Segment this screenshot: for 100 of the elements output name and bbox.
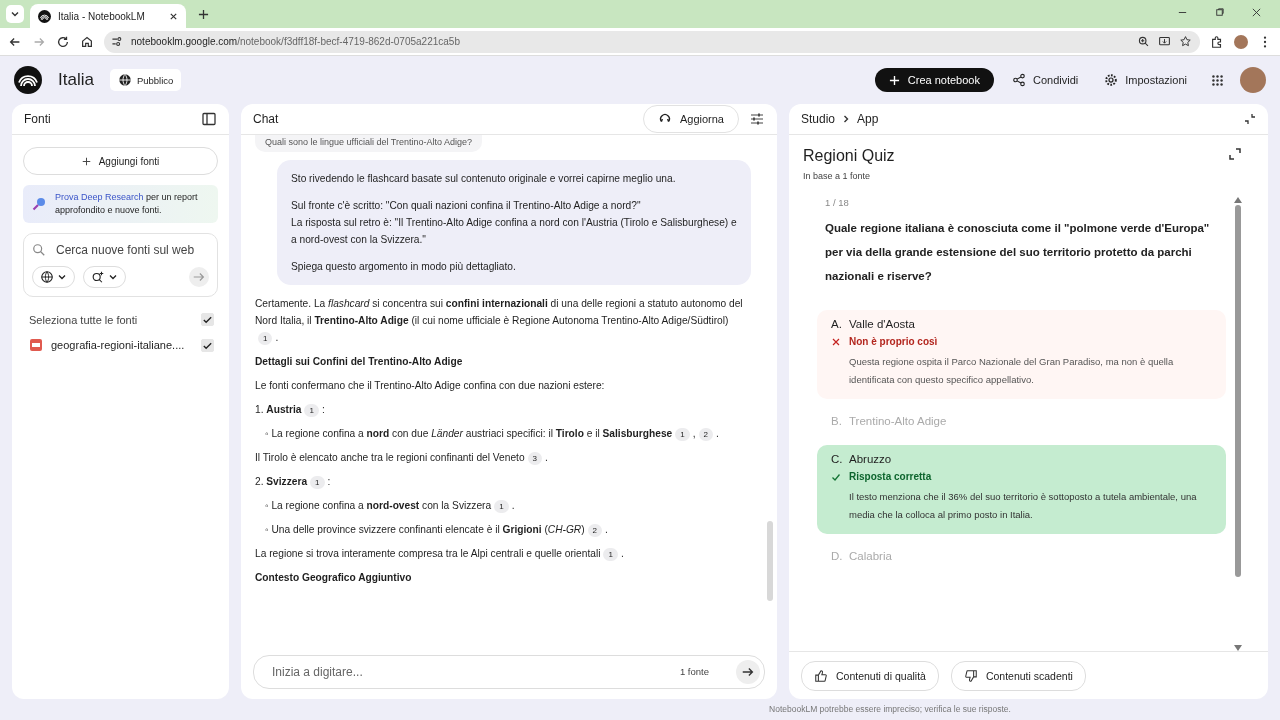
pdf-file-icon [29,338,43,352]
answer-text: . [545,451,548,465]
answer-text: ◦ Una delle province svizzere confinanti elencate è il Grigioni (CH-GR) [265,523,585,537]
promo-text: Prova Deep Research per un report approfondito e nuove fonti. [55,191,199,217]
answer-text: La regione si trova interamente compresa tra le Alpi centrali e quelle orientali [255,547,601,561]
answer-text: . [511,499,515,513]
close-icon[interactable] [1251,7,1262,18]
create-notebook-button[interactable]: Crea notebook [874,68,994,92]
breadcrumb-item[interactable]: Studio [801,112,836,126]
option-letter: B. [831,415,841,427]
answer-text: . [275,331,279,345]
message-text: Spiega questo argomento in modo più dettagliato. [291,260,517,274]
option-letter: A. [831,318,841,330]
zoom-icon[interactable] [1137,35,1150,48]
answer-text: Certamente. La flashcard si concentra sui confini internazionali di una delle regioni a statuto autonomo del Nord Italia, il Trentino-Alto Adige (il cui nome ufficiale è Regione Autonoma Trentino-Alto Adige/Südtirol) [255,297,744,328]
answer-text: Il Tirolo è elencato anche tra le regioni confinanti del Veneto [255,451,525,465]
feedback-explanation: Il testo menziona che il 36% del suo territorio è sottoposto a tutela ambientale, una media che la colloca al primo posto in Italia. [848,490,1198,522]
panel-title: Fonti [24,112,51,126]
citation-chip[interactable]: 1 [304,404,319,417]
checkbox[interactable] [201,313,214,326]
sidebar-toggle-icon[interactable] [201,111,217,127]
collapse-icon[interactable] [1244,113,1256,125]
sparkle-search-icon [91,270,105,284]
plus-icon [888,74,900,86]
apps-grid-icon[interactable] [1211,73,1224,87]
scrollbar-thumb[interactable] [1235,205,1241,578]
answer-text: 1. Austria [255,403,302,417]
chevron-down-icon [108,272,118,282]
citation-chip[interactable]: 1 [310,476,325,489]
home-icon[interactable] [80,34,94,49]
visibility-button[interactable]: Pubblico [109,69,182,91]
thumbs-down-button[interactable]: Contenuti scadenti [950,660,1086,691]
avatar[interactable] [1234,34,1248,49]
question-counter: 1 / 18 [825,197,850,208]
expand-icon[interactable] [1228,147,1242,161]
source-name[interactable]: geografia-regioni-italiane.... [51,339,185,351]
citation-chip[interactable]: 1 [603,548,618,561]
site-info-icon[interactable] [110,35,123,48]
select-all-label: Seleziona tutte le fonti [29,313,138,326]
section-heading: Dettagli sui Confini del Trentino-Alto Adige [255,355,463,369]
answer-option[interactable]: A. Valle d'Aosta Non è proprio così Questa regione ospita il Parco Nazionale del Gran Paradiso, ma non è quella identificata con questo specifico appellativo. [817,310,1226,399]
arrow-right-icon [192,270,206,284]
answer-text: , [692,427,696,441]
option-label: Abruzzo [849,453,892,465]
thumbs-up-button[interactable]: Contenuti di qualità [801,660,939,691]
deep-research-link[interactable]: Prova Deep Research [55,192,144,202]
reload-icon[interactable] [56,34,70,49]
globe-icon [117,73,132,87]
answer-text: : [327,475,331,489]
avatar[interactable] [1240,67,1266,93]
url-text: notebooklm.google.com/notebook/f3dff18f-becf-4719-862d-0705a221ca5b [131,36,460,47]
scrollbar-thumb[interactable] [767,521,773,601]
quiz-subtitle: In base a 1 fonte [803,171,872,181]
feedback-explanation: Questa regione ospita il Parco Nazionale del Gran Paradiso, ma non è quella identificata con questo specifico appellativo. [848,355,1175,387]
option-label: Trentino-Alto Adige [849,415,947,427]
previous-message: Quali sono le lingue ufficiali del Trentino-Alto Adige? [255,135,482,152]
citation-chip[interactable]: 1 [494,500,509,513]
settings-icon [1104,73,1119,87]
check-icon [831,471,841,482]
message-text: Sto rivedendo le flashcard basate sul contenuto originale e vorrei capirne meglio una. [291,172,677,186]
citation-chip[interactable]: 3 [527,452,543,465]
option-label: Valle d'Aosta [849,318,915,330]
share-button[interactable]: Condividi [1004,67,1087,93]
message-text: Sul fronte c'è scritto: "Con quali nazioni confina il Trentino-Alto Adige a nord?" La risposta sul retro è: "Il Trentino-Alto Adige confina a nord con l'Austria (Tirolo e Salisburghese) e a nord-ovest con la Svizzera." [291,199,737,247]
answer-text: ◦ La regione confina a nord con due Länder austriaci specifici: il Tirolo e il Salisburghese [265,427,673,441]
citation-chip[interactable]: 2 [698,428,713,441]
close-icon[interactable] [169,11,178,21]
tune-icon[interactable] [749,111,765,127]
share-icon [1012,73,1026,87]
new-tab-icon[interactable] [198,9,209,20]
checkbox[interactable] [201,338,214,352]
install-app-icon[interactable] [1158,35,1171,48]
option-letter: D. [831,550,841,562]
search-icon [32,243,46,257]
scroll-down-icon[interactable] [1234,645,1242,651]
answer-text: 2. Svizzera [255,475,308,489]
settings-button[interactable]: Impostazioni [1096,67,1195,93]
answer-option[interactable]: C. Abruzzo Risposta corretta Il testo menziona che il 36% del suo territorio è sottoposto a tutela ambientale, una media che la colloca al primo posto in Italia. [817,445,1226,534]
breadcrumb-item[interactable]: App [857,112,879,126]
question-text: Quale regione italiana è conosciuta come il "polmone verde d'Europa" per via della grande estensione del suo territorio protetto da parchi nazionali e riserve? [824,221,1211,284]
notebook-title[interactable]: Italia [58,70,94,90]
notebook-logo-icon [38,9,51,23]
address-bar[interactable]: notebooklm.google.com/notebook/f3dff18f-becf-4719-862d-0705a221ca5b [104,30,1200,53]
extensions-icon[interactable] [1210,34,1224,49]
notebook-logo-icon[interactable] [14,66,42,94]
tab-search-button[interactable] [6,5,24,23]
restore-icon[interactable] [1214,7,1225,18]
disclaimer-text: NotebookLM potrebbe essere impreciso; verifica le sue risposte. [768,703,1012,716]
scroll-up-icon[interactable] [1234,197,1242,203]
plus-icon [81,156,91,166]
arrow-right-icon [741,665,755,679]
citation-chip[interactable]: 2 [587,524,603,537]
feedback-title: Risposta corretta [849,471,932,482]
source-count: 1 fonte [679,666,709,677]
option-label: Calabria [849,550,892,562]
citation-chip[interactable]: 1 [258,332,273,345]
browser-tab[interactable]: Italia - NotebookLM [30,4,186,28]
citation-chip[interactable]: 1 [675,428,690,441]
star-icon[interactable] [1179,35,1192,48]
cross-icon [831,336,841,347]
